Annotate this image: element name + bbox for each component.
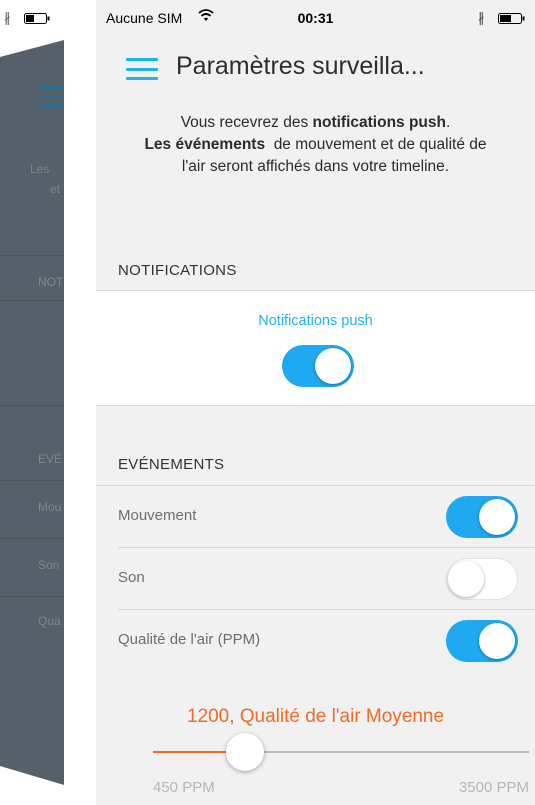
intro-text-part: de mouvement et de qualité de bbox=[265, 136, 487, 153]
event-row-qualite-air: Qualité de l'air (PPM) bbox=[96, 610, 535, 672]
air-quality-slider[interactable] bbox=[153, 733, 529, 771]
toggle-knob bbox=[479, 623, 515, 659]
slider-min-label: 450 PPM bbox=[153, 779, 215, 796]
background-text: Son bbox=[38, 558, 60, 572]
page-title: Paramètres surveilla... bbox=[176, 52, 425, 80]
intro-text-part: . bbox=[445, 114, 451, 131]
toggle-knob bbox=[315, 348, 351, 384]
toggle-knob bbox=[479, 499, 515, 535]
event-label: Qualité de l'air (PPM) bbox=[118, 631, 261, 648]
air-quality-value-label: 1200, Qualité de l'air Moyenne bbox=[186, 706, 445, 727]
intro-bold-text: Les événements bbox=[144, 136, 266, 153]
status-time: 00:31 bbox=[297, 10, 334, 26]
divider bbox=[96, 405, 535, 406]
background-text: Les bbox=[30, 162, 50, 176]
qualite-air-toggle[interactable] bbox=[446, 620, 518, 662]
son-toggle[interactable] bbox=[446, 558, 518, 600]
intro-text-part: Vous recevrez des bbox=[180, 114, 313, 131]
mouvement-toggle[interactable] bbox=[446, 496, 518, 538]
screen: ∦ Les et NOT EVÉ Mou Son Qua Aucune SIM bbox=[0, 0, 535, 805]
status-bar: Aucune SIM 00:31 ∦ bbox=[96, 0, 535, 30]
event-row-son: Son bbox=[96, 548, 535, 610]
slider-max-label: 3500 PPM bbox=[458, 779, 529, 796]
push-notifications-toggle[interactable] bbox=[282, 345, 354, 387]
settings-screen: Aucune SIM 00:31 ∦ Paramètres surveilla.… bbox=[96, 0, 535, 805]
push-notifications-label: Notifications push bbox=[258, 313, 373, 329]
notifications-section-header: NOTIFICATIONS bbox=[118, 262, 237, 279]
bluetooth-icon: ∦ bbox=[478, 10, 485, 25]
event-label: Son bbox=[118, 569, 145, 586]
background-text: Qua bbox=[38, 614, 61, 628]
events-list: Mouvement Son Qualité de l'air (PPM) bbox=[96, 486, 535, 686]
menu-icon bbox=[40, 86, 64, 113]
background-text: EVÉ bbox=[38, 452, 63, 466]
background-screen: Les et NOT EVÉ Mou Son Qua bbox=[0, 40, 64, 785]
events-section-header: EVÉNEMENTS bbox=[118, 456, 225, 473]
background-text: NOT bbox=[38, 275, 64, 289]
bluetooth-icon: ∦ bbox=[4, 10, 11, 25]
battery-icon bbox=[24, 13, 50, 24]
event-row-mouvement: Mouvement bbox=[96, 486, 535, 548]
intro-text-part: l'air seront affichés dans votre timelin… bbox=[181, 158, 450, 175]
background-text: et bbox=[50, 182, 61, 196]
toggle-knob bbox=[448, 560, 484, 597]
battery-icon bbox=[498, 13, 525, 24]
background-text: Mou bbox=[38, 500, 62, 514]
event-label: Mouvement bbox=[118, 507, 197, 524]
intro-text: Vous recevrez des notifications push. Le… bbox=[96, 112, 535, 178]
background-statusbar: ∦ bbox=[0, 8, 70, 30]
intro-bold-text: notifications push bbox=[312, 114, 446, 131]
hamburger-menu-icon[interactable] bbox=[126, 58, 158, 80]
slider-thumb[interactable] bbox=[226, 733, 265, 771]
title-bar: Paramètres surveilla... bbox=[96, 45, 535, 95]
push-notifications-panel: Notifications push bbox=[96, 291, 535, 405]
